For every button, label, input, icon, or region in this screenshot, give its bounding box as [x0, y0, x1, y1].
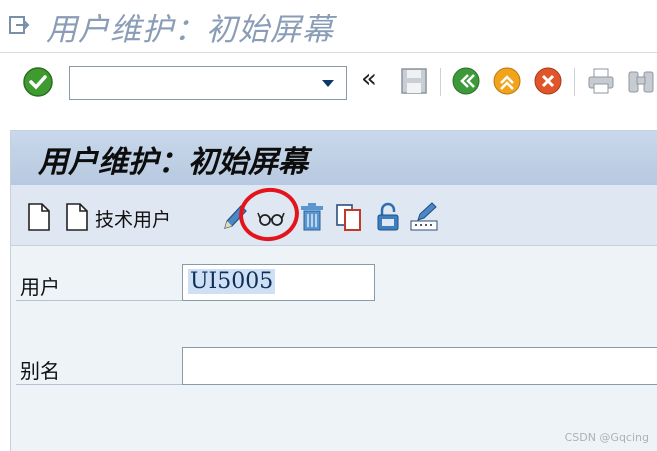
window-title: 用户维护：初始屏幕 — [46, 12, 334, 48]
user-value: UI5005 — [188, 269, 276, 294]
enter-check-icon[interactable] — [22, 66, 54, 98]
cancel-icon[interactable] — [533, 66, 563, 96]
toolbar-separator — [574, 68, 575, 96]
page-title: 用户维护：初始屏幕 — [38, 145, 308, 180]
command-field[interactable] — [69, 66, 347, 100]
chevron-down-icon[interactable] — [322, 80, 334, 87]
change-password-icon[interactable] — [409, 201, 439, 233]
lock-icon[interactable] — [373, 201, 403, 233]
back-icon[interactable] — [451, 66, 481, 96]
find-icon[interactable] — [626, 66, 656, 96]
user-input[interactable]: UI5005 — [182, 264, 375, 301]
label-underline — [16, 300, 182, 301]
menu-exit-icon[interactable] — [8, 14, 30, 36]
collapse-arrows-icon[interactable]: « — [361, 64, 377, 94]
create-tech-user-icon[interactable] — [62, 201, 92, 233]
exit-icon[interactable] — [492, 66, 522, 96]
print-icon[interactable] — [586, 66, 616, 96]
watermark: CSDN @Gqcing — [564, 431, 649, 444]
user-label: 用户 — [20, 275, 60, 299]
alias-label: 别名 — [20, 359, 60, 383]
label-underline — [16, 384, 182, 385]
save-icon[interactable] — [399, 66, 429, 96]
toolbar-separator — [440, 68, 441, 96]
copy-icon[interactable] — [334, 201, 364, 233]
tech-user-button-label[interactable]: 技术用户 — [95, 205, 171, 232]
alias-input[interactable] — [182, 347, 657, 385]
delete-trash-icon[interactable] — [297, 201, 327, 233]
create-icon[interactable] — [24, 201, 54, 233]
